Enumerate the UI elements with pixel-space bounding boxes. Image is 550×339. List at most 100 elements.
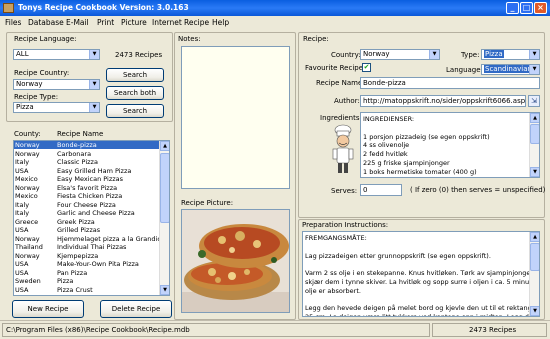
- ingredients-scrollbar[interactable]: ▲ ▼: [529, 113, 539, 177]
- text-line: salt: [363, 177, 537, 178]
- recipe-name-input[interactable]: Bonde-pizza: [360, 77, 540, 89]
- list-item[interactable]: Mexico Fiesta Chicken Pizza: [14, 192, 159, 200]
- list-item[interactable]: Norway Hjemmelaget pizza a la Grandiosa: [14, 235, 169, 243]
- search-country-button[interactable]: Search: [106, 68, 164, 82]
- instructions-textarea[interactable]: FREMGANGSMÅTE: Lag pizzadeigen etter grun…: [302, 231, 540, 317]
- list-item-name: Garlic and Cheese Pizza: [57, 209, 135, 217]
- list-item[interactable]: USA Grilled Pizzas: [14, 226, 159, 234]
- list-item-country: Norway: [15, 141, 40, 149]
- maximize-button[interactable]: □: [520, 2, 533, 14]
- list-item-country: Norway: [15, 251, 40, 260]
- scroll-thumb[interactable]: [530, 124, 539, 144]
- title-bar[interactable]: Tonys Recipe Cookbook Version: 3.0.163 _…: [0, 0, 550, 16]
- list-item-country: Greece: [15, 217, 39, 226]
- menu-recipe[interactable]: Recipe: [184, 16, 209, 29]
- ingredients-textarea[interactable]: INGREDIENSER: 1 porsjon pizzadeig (se ege…: [360, 112, 540, 178]
- scroll-thumb[interactable]: [160, 153, 169, 223]
- country-select[interactable]: Norway ▼: [360, 49, 440, 60]
- list-item[interactable]: USA Make-Your-Own Pita Pizza: [14, 260, 159, 268]
- list-item[interactable]: Norway Carbonara: [14, 150, 159, 158]
- list-item-country: USA: [15, 260, 29, 268]
- instructions-scrollbar[interactable]: ▲ ▼: [529, 232, 539, 316]
- menu-files[interactable]: Files: [5, 16, 21, 29]
- recipe-list-scrollbar[interactable]: ▲ ▼: [159, 141, 169, 295]
- list-item[interactable]: Sweden Pizza: [14, 277, 159, 285]
- list-item[interactable]: Italy Classic Pizza: [14, 158, 159, 166]
- recipe-list[interactable]: Norway Bonde-pizza Norway Carbonara Italy Cla…: [13, 140, 170, 296]
- app-icon: [3, 3, 14, 13]
- recipe-type-select[interactable]: Pizza ▼: [13, 102, 100, 113]
- list-item-name: Four Cheese Pizza: [57, 200, 116, 209]
- recipe-picture-label: Recipe Picture:: [181, 199, 234, 207]
- ingredients-label: Ingredients:: [320, 114, 362, 122]
- author-input[interactable]: http://matoppskrift.no/sider/oppskrift60…: [360, 95, 526, 107]
- scroll-down-icon[interactable]: ▼: [530, 167, 539, 177]
- list-item-country: Norway: [15, 149, 40, 158]
- close-button[interactable]: ×: [534, 2, 547, 14]
- recipe-country-select[interactable]: Norway ▼: [13, 79, 100, 90]
- list-item-country: Italy: [15, 209, 30, 217]
- recipe-name-label: Recipe Name:: [316, 79, 365, 87]
- menu-picture[interactable]: Picture: [121, 16, 147, 29]
- chevron-down-icon: ▼: [89, 50, 99, 59]
- serves-input[interactable]: 0: [360, 184, 402, 196]
- list-item-country: Mexico: [15, 192, 38, 200]
- list-item-name: Individual Thai Pizzas: [57, 243, 127, 251]
- list-item[interactable]: Norway Bonde-pizza: [14, 141, 159, 149]
- scroll-up-icon[interactable]: ▲: [160, 141, 169, 151]
- list-item[interactable]: USA Pizza Crust: [14, 286, 159, 294]
- list-item[interactable]: Italy Four Cheese Pizza: [14, 201, 159, 209]
- menu-database[interactable]: Database: [28, 16, 64, 29]
- scroll-down-icon[interactable]: ▼: [160, 285, 169, 295]
- list-item-country: USA: [15, 226, 29, 234]
- list-item-country: Italy: [15, 158, 30, 166]
- open-link-icon[interactable]: ⇲: [528, 95, 540, 107]
- list-item[interactable]: Mexico Easy Mexican Pizzas: [14, 175, 159, 183]
- list-item-name: Classic Pizza: [57, 158, 98, 166]
- list-item[interactable]: Italy Garlic and Cheese Pizza: [14, 209, 159, 217]
- text-line: [305, 243, 537, 252]
- language-select[interactable]: Scandinavian ▼: [481, 64, 540, 75]
- list-item-country: USA: [15, 285, 29, 294]
- scroll-up-icon[interactable]: ▲: [530, 232, 539, 242]
- recipe-language-select[interactable]: ALL ▼: [13, 49, 100, 60]
- list-item[interactable]: USA Pan Pizza: [14, 269, 159, 277]
- menu-help[interactable]: Help: [212, 16, 229, 29]
- status-count: 2473 Recipes: [432, 323, 547, 337]
- chevron-down-icon: ▼: [429, 50, 439, 59]
- menu-email[interactable]: E-Mail: [66, 16, 89, 29]
- instructions-label: Preparation Instructions:: [302, 221, 389, 229]
- scroll-up-icon[interactable]: ▲: [530, 113, 539, 123]
- menu-internet[interactable]: Internet: [152, 16, 182, 29]
- recipe-language-label: Recipe Language:: [14, 35, 77, 43]
- chef-icon: [330, 124, 356, 176]
- list-item-name: Make-Your-Own Pita Pizza: [57, 260, 139, 268]
- recipe-picture[interactable]: [181, 209, 290, 313]
- type-select[interactable]: Pizza ▼: [481, 49, 540, 60]
- list-item[interactable]: USA Easy Grilled Ham Pizza: [14, 167, 159, 175]
- minimize-button[interactable]: _: [506, 2, 519, 14]
- serves-note: ( If zero (0) then serves = unspecified): [410, 186, 546, 194]
- search-both-button[interactable]: Search both: [106, 86, 164, 100]
- text-line: 225 g friske sjampinjonger: [363, 158, 450, 167]
- recipe-count: 2473 Recipes: [115, 51, 163, 59]
- text-line: 4 ss olivenolje: [363, 141, 410, 150]
- text-line: Legg den hevede deigen på melet bord og …: [305, 304, 540, 313]
- status-bar: C:\Program Files (x86)\Recipe Cookbook\R…: [0, 320, 550, 339]
- list-item[interactable]: Greece Greek Pizza: [14, 218, 159, 226]
- menu-print[interactable]: Print: [97, 16, 114, 29]
- list-item[interactable]: Thailand Individual Thai Pizzas: [14, 243, 159, 251]
- list-item[interactable]: Norway Elsa's favorit Pizza: [14, 184, 159, 192]
- text-line: INGREDIENSER:: [363, 115, 415, 123]
- list-item[interactable]: Norway Kjempepizza: [14, 252, 159, 260]
- notes-textarea[interactable]: [181, 46, 290, 189]
- list-item-name: Carbonara: [57, 149, 92, 158]
- search-type-button[interactable]: Search: [106, 104, 164, 118]
- list-item-name: Easy Grilled Ham Pizza: [57, 166, 132, 175]
- scroll-down-icon[interactable]: ▼: [530, 306, 539, 316]
- scroll-thumb[interactable]: [530, 243, 539, 271]
- new-recipe-button[interactable]: New Recipe: [12, 300, 84, 318]
- favourite-checkbox[interactable]: ✔: [362, 63, 371, 72]
- list-item-name: Elsa's favorit Pizza: [57, 183, 118, 192]
- delete-recipe-button[interactable]: Delete Recipe: [100, 300, 172, 318]
